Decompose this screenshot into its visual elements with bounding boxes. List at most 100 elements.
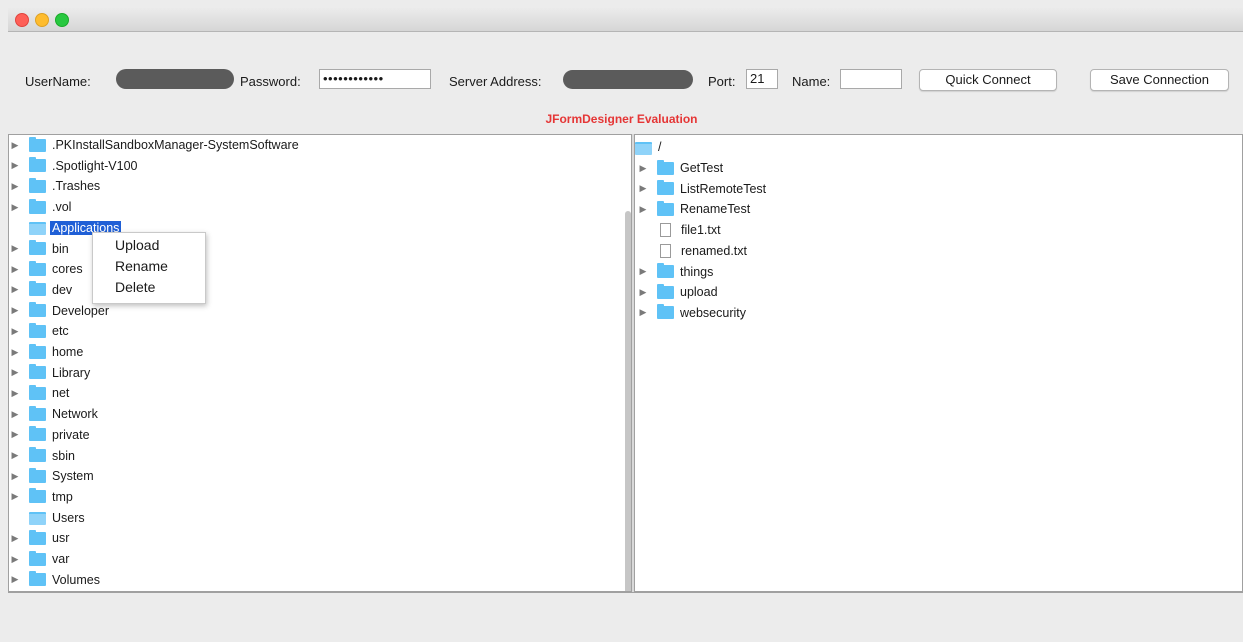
local-tree-label: Network [52,407,98,422]
expand-arrow-icon[interactable]: ▶ [639,204,647,215]
expand-arrow-icon[interactable]: ▶ [11,243,19,254]
local-tree-row[interactable]: ▶ bin [11,239,71,259]
expand-arrow-icon[interactable]: ▶ [11,574,19,585]
file-icon [660,223,671,238]
local-tree-row[interactable]: ▶ .Spotlight-V100 [11,156,139,176]
name-field[interactable] [840,69,902,89]
local-tree-label: dev [52,282,73,297]
local-tree-row[interactable]: ▶ tmp [11,487,75,507]
username-field[interactable] [114,69,234,89]
expand-arrow-icon[interactable]: ▶ [11,264,19,275]
quick-connect-button[interactable]: Quick Connect [919,69,1057,91]
expand-arrow-icon[interactable]: ▶ [639,287,647,298]
remote-tree-row[interactable]: ▶ ListRemoteTest [639,179,768,199]
local-tree-row[interactable]: ▶ Network [11,404,100,424]
remote-tree-row[interactable]: ▶ RenameTest [639,199,752,219]
expand-arrow-icon[interactable]: ▶ [11,554,19,565]
folder-open-icon [29,222,46,236]
local-scrollbar[interactable] [623,139,631,591]
expand-arrow-icon[interactable]: ▶ [11,160,19,171]
local-tree-row[interactable]: ▶ usr [11,528,71,548]
local-file-tree[interactable]: ▶ .PKInstallSandboxManager-SystemSoftware… [8,134,632,592]
expand-arrow-icon[interactable]: ▶ [639,266,647,277]
remote-tree-row[interactable]: ▶ things [639,262,715,282]
username-label: UserName: [25,74,91,89]
local-tree-row[interactable]: ▶ net [11,383,71,403]
context-menu: Upload Rename Delete [92,232,206,304]
local-tree-row[interactable]: ▶ etc [11,321,71,341]
local-tree-label: usr [52,531,70,546]
folder-icon [29,157,46,173]
redacted-username [116,69,234,89]
folder-icon [29,343,46,359]
menu-item-upload[interactable]: Upload [115,237,159,253]
expand-arrow-icon[interactable]: ▶ [11,305,19,316]
local-tree-label: net [52,386,70,401]
folder-icon [29,281,46,297]
expand-arrow-icon[interactable]: ▶ [11,388,19,399]
expand-arrow-icon[interactable]: ▶ [11,140,19,151]
password-field[interactable]: •••••••••••• [319,69,431,89]
zoom-window-button[interactable] [55,13,69,27]
remote-tree-row[interactable]: ▶ websecurity [639,303,748,323]
local-tree-row[interactable]: ▶ home [11,342,85,362]
expand-arrow-icon[interactable]: ▶ [11,471,19,482]
folder-icon [29,198,46,214]
name-label: Name: [792,74,831,89]
remote-file-tree[interactable]: / ▶ GetTest ▶ ListRemoteTest ▶ RenameTest file… [634,134,1243,592]
expand-arrow-icon[interactable]: ▶ [11,429,19,440]
server-address-field[interactable] [562,69,693,89]
expand-arrow-icon[interactable]: ▶ [11,367,19,378]
local-tree-row[interactable]: ▶ dev [11,280,74,300]
close-window-button[interactable] [15,13,29,27]
folder-icon [29,571,46,587]
local-tree-row[interactable]: ▶ Volumes [11,570,102,590]
local-scrollbar-thumb[interactable] [625,211,631,591]
remote-tree-row[interactable]: ▶ GetTest [639,158,725,178]
local-tree-row[interactable]: ▶ cores [11,259,85,279]
port-field[interactable]: 21 [746,69,778,89]
expand-arrow-icon[interactable]: ▶ [11,326,19,337]
menu-item-rename[interactable]: Rename [115,258,168,274]
folder-icon [29,405,46,421]
remote-tree-row[interactable]: file1.txt [639,220,723,240]
local-tree-row[interactable]: ▶ System [11,466,96,486]
local-tree-label: cores [52,262,83,277]
local-tree-row[interactable]: ▶ .vol [11,197,73,217]
expand-arrow-icon[interactable]: ▶ [639,307,647,318]
folder-icon [29,322,46,338]
expand-arrow-icon[interactable]: ▶ [11,202,19,213]
expand-arrow-icon[interactable]: ▶ [639,183,647,194]
expand-arrow-icon[interactable]: ▶ [11,409,19,420]
expand-arrow-icon[interactable]: ▶ [11,491,19,502]
folder-icon [657,159,674,175]
minimize-window-button[interactable] [35,13,49,27]
status-area [8,592,1243,642]
folder-icon [29,550,46,566]
remote-root-row[interactable]: / [635,137,663,157]
expand-arrow-icon[interactable]: ▶ [11,181,19,192]
redacted-server-address [563,70,693,89]
local-tree-row[interactable]: ▶ Library [11,363,92,383]
local-tree-row[interactable]: ▶ sbin [11,446,77,466]
save-connection-button[interactable]: Save Connection [1090,69,1229,91]
local-tree-label: .vol [52,200,72,215]
folder-icon [29,260,46,276]
expand-arrow-icon[interactable]: ▶ [11,450,19,461]
expand-arrow-icon[interactable]: ▶ [11,347,19,358]
folder-icon [29,384,46,400]
local-tree-row[interactable]: Users [11,508,87,528]
remote-tree-row[interactable]: ▶ upload [639,282,720,302]
local-tree-label: etc [52,324,69,339]
evaluation-banner: JFormDesigner Evaluation [545,112,698,126]
expand-arrow-icon[interactable]: ▶ [11,284,19,295]
local-tree-row[interactable]: ▶ .PKInstallSandboxManager-SystemSoftware [11,135,301,155]
expand-arrow-icon[interactable]: ▶ [639,163,647,174]
local-tree-row[interactable]: ▶ .Trashes [11,176,102,196]
remote-tree-row[interactable]: renamed.txt [639,241,749,261]
local-tree-row[interactable]: ▶ private [11,425,92,445]
folder-open-icon [29,512,46,526]
menu-item-delete[interactable]: Delete [115,279,155,295]
local-tree-row[interactable]: ▶ var [11,549,71,569]
expand-arrow-icon[interactable]: ▶ [11,533,19,544]
